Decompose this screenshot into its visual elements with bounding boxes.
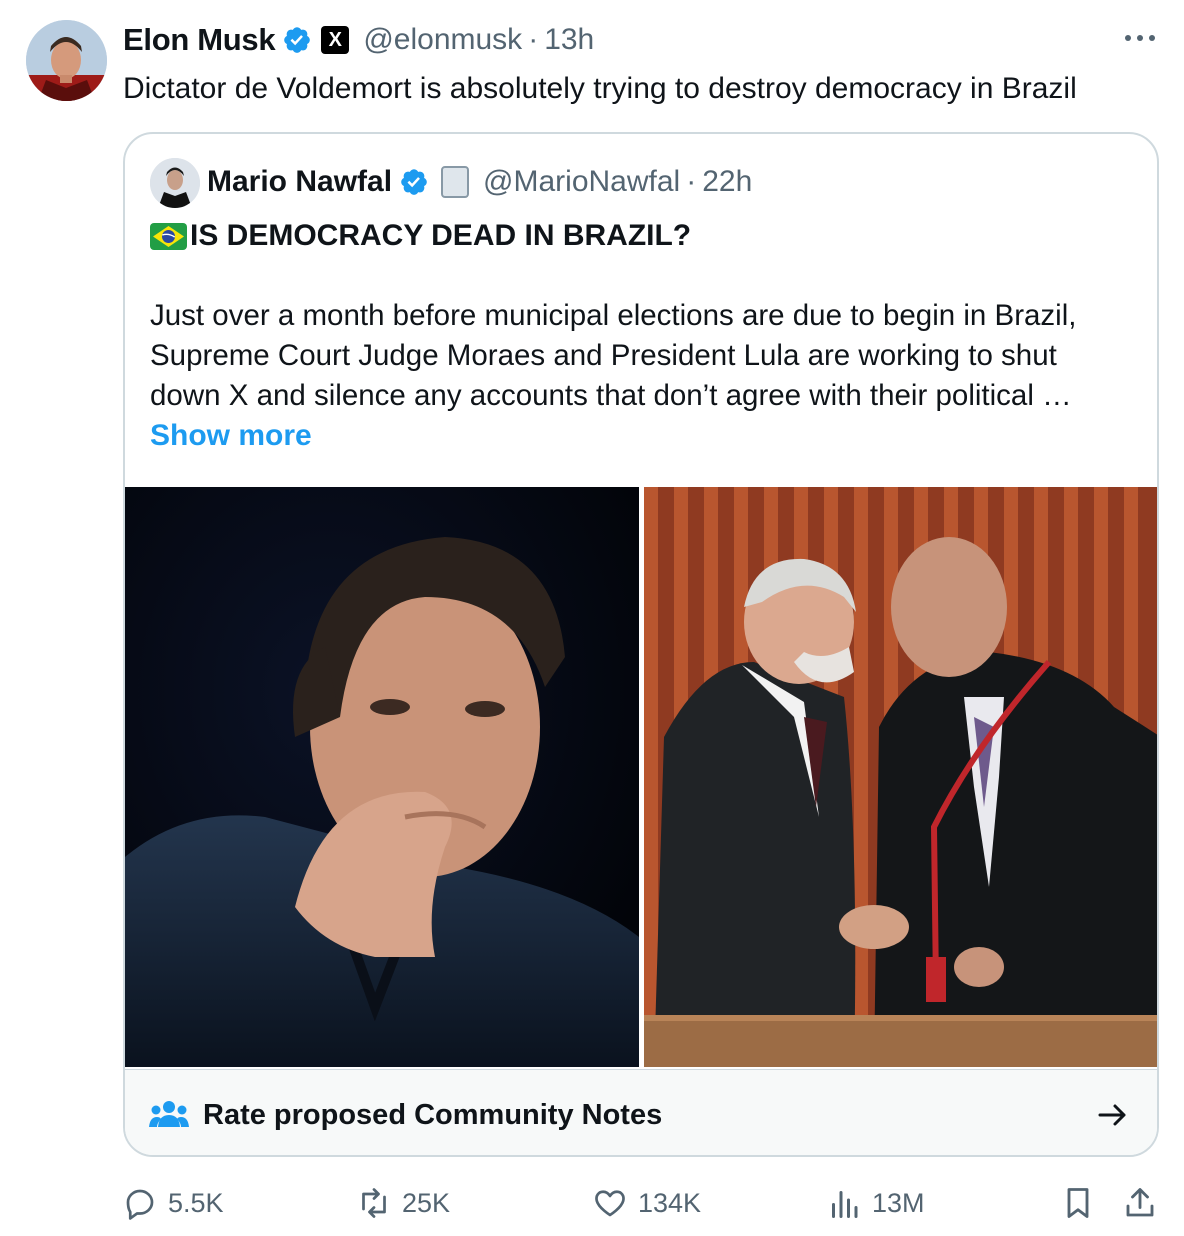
tweet-text: Dictator de Voldemort is absolutely tryi… [123,72,1077,105]
reply-count: 5.5K [168,1187,224,1218]
like-button[interactable]: 134K [592,1178,701,1228]
repost-count: 25K [402,1187,451,1218]
avatar-portrait [26,20,107,101]
quoted-tweet-header: Mario Nawfal @MarioNawfal · 22h [207,162,752,202]
repost-button[interactable]: 25K [356,1178,450,1228]
share-button[interactable] [1122,1178,1158,1228]
quoted-tweet-title: IS DEMOCRACY DEAD IN BRAZIL? [150,216,691,256]
reply-button[interactable]: 5.5K [122,1178,224,1228]
affiliate-badge-icon[interactable] [441,166,470,198]
author-avatar[interactable] [26,20,107,101]
more-options-icon[interactable] [1122,28,1158,48]
bookmark-button[interactable] [1060,1178,1096,1228]
arrow-right-icon[interactable] [1097,1099,1129,1131]
views-count: 13M [872,1187,925,1218]
separator-dot: · [528,23,539,56]
repost-icon [362,1188,386,1218]
author-handle[interactable]: @elonmusk [363,23,522,57]
community-notes-label: Rate proposed Community Notes [203,1099,663,1131]
quoted-author-name[interactable]: Mario Nawfal [207,165,392,199]
share-icon [1126,1188,1154,1217]
reply-icon [126,1189,154,1220]
bookmark-icon [1067,1188,1089,1218]
quoted-title-text: IS DEMOCRACY DEAD IN BRAZIL? [190,219,692,252]
tweet-time[interactable]: 13h [544,23,594,57]
quoted-body-line: Supreme Court Judge Moraes and President… [150,339,1057,372]
quoted-author-handle[interactable]: @MarioNawfal [483,165,680,199]
x-affiliate-badge[interactable]: X [321,26,350,54]
views-button[interactable]: 13M [826,1178,925,1228]
views-chart-icon [832,1191,858,1218]
quoted-body-line: Just over a month before municipal elect… [150,299,1077,332]
show-more-link[interactable]: Show more [150,416,312,456]
photo-two-men-handshake[interactable] [644,487,1157,1067]
tweet-actions: 5.5K 25K 134K 13M [0,1178,1184,1228]
x-badge-letter: X [328,28,342,51]
people-icon [149,1101,189,1127]
quoted-avatar-portrait [150,158,200,208]
verified-badge-icon[interactable] [282,25,312,55]
quoted-tweet-body: Just over a month before municipal elect… [150,296,1140,416]
quoted-tweet[interactable]: Mario Nawfal @MarioNawfal · 22h IS DEMOC… [123,132,1159,1157]
photo-left-illustration [125,487,639,1067]
quoted-verified-badge-icon[interactable] [399,167,429,197]
photo-right-illustration [644,487,1157,1067]
brazil-flag-icon [150,222,187,250]
quoted-author-avatar[interactable] [150,158,200,208]
like-count: 134K [638,1187,702,1218]
photo-man-hand-on-chin[interactable] [125,487,639,1067]
quoted-body-line: down X and silence any accounts that don… [150,379,1072,412]
author-name[interactable]: Elon Musk [123,22,276,58]
community-notes-bar[interactable]: Rate proposed Community Notes [125,1069,1157,1155]
tweet-header: Elon Musk X @elonmusk · 13h [123,20,594,60]
quoted-tweet-time[interactable]: 22h [702,165,752,199]
quoted-separator-dot: · [686,165,697,198]
heart-icon [595,1190,625,1217]
